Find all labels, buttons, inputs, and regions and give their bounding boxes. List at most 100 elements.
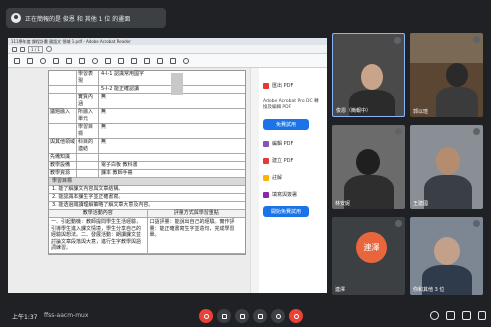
participant-name: 林安妮 [335,201,351,207]
prev-page-icon[interactable] [53,57,59,64]
participant-name: 郭以瑄 [413,109,429,115]
section-header: 學習目標 [49,178,245,186]
sign-icon [263,191,269,198]
highlight-icon[interactable] [157,57,163,64]
chat-icon[interactable] [462,311,471,320]
more-icon [275,313,281,319]
participant-tile[interactable]: 俊恩（簡報中） [332,33,405,117]
tool-create-pdf[interactable]: 建立 PDF [263,157,323,164]
save-icon[interactable] [14,57,20,64]
print-icon[interactable] [27,57,33,64]
participant-video [446,63,468,87]
promo-text: Adobe Acrobat Pro DC 轉換及編輯 PDF [263,99,319,110]
draw-icon[interactable] [170,57,176,64]
table-row: 學習表現 4-I-1 認識常用國字 [49,71,245,86]
mic-icon [395,220,402,227]
captions-icon [239,313,245,319]
present-icon [257,313,263,319]
search-icon[interactable] [40,57,46,64]
page-field[interactable]: 1 / 1 [28,45,43,53]
comment-icon [263,174,269,181]
table-header-row: 教學活動內容 評量方式與學習重點 [49,210,245,218]
participant-tile[interactable]: 郭以瑄 [410,33,483,117]
participant-tile[interactable]: 王建國 [410,125,483,209]
hand-icon[interactable] [92,57,98,64]
acrobat-toolbar [8,54,327,68]
meeting-controls-bar: 上午1:37 ffss-aacm-mux [0,302,491,327]
participant-tile[interactable]: 你和其他 3 位 [410,217,483,295]
info-icon[interactable] [430,311,439,320]
participant-video [356,149,380,175]
participant-video-body [424,175,472,209]
end-call-button[interactable] [289,309,303,323]
participant-name: 連澤 [335,287,346,293]
shared-screen: 111學年度 課程計畫 國語文 領域 1.pdf - Adobe Acrobat… [8,38,327,293]
list-item: 2. 能認識本課生字並正確書寫。 [49,194,245,202]
search-icon[interactable] [45,46,52,52]
table-row: 先備知識 [49,154,245,162]
fit-page-icon[interactable] [131,57,137,64]
pdf-titlebar: 111學年度 課程計畫 國語文 領域 1.pdf - Adobe Acrobat… [8,38,327,45]
panel-collapse-strip[interactable] [250,68,259,293]
next-page-icon[interactable] [66,57,72,64]
participant-tile[interactable]: 連澤 連澤 [332,217,405,295]
participant-video-bg [410,33,483,63]
meeting-time: 上午1:37 [12,314,38,321]
table-row: 教學設備 電子白板 教科書 [49,162,245,170]
participant-name: 你和其他 3 位 [413,287,445,293]
home-icon[interactable] [12,46,17,52]
participant-video-body [436,87,478,117]
start-trial-button[interactable]: 開始免費試用 [263,206,309,217]
mic-toggle-button[interactable] [199,309,213,323]
mic-icon [473,220,480,227]
edit-icon [263,140,269,147]
table-row: 一、引起動機：教師提問學生生活經驗，引導學生進入課文情境，學生分享自己的經驗與想… [49,218,245,254]
document-area[interactable]: 學習表現 4-I-1 認識常用國字 5-I-2 能正確認讀 實質內涵無 議題融入所… [8,68,258,293]
create-icon [263,157,269,164]
person-icon [11,13,21,23]
table-row: 與其他領域 科目的連結無 [49,139,245,154]
export-icon [263,82,269,89]
activities-icon[interactable] [478,311,486,320]
present-button[interactable] [253,309,267,323]
participant-name: 王建國 [413,201,429,207]
tool-comment[interactable]: 註解 [263,174,323,181]
camera-icon [221,313,227,319]
acrobat-tools-panel: 匯出 PDF Adobe Acrobat Pro DC 轉換及編輯 PDF 免費… [250,68,327,293]
table-row: 學習目標無 [49,124,245,139]
presenter-chip[interactable]: 正在簡報的是 俊恩 和 其他 1 位 的畫面 [6,8,166,28]
list-item: 3. 能透過閱讀理解策略了解文章大意及內容。 [49,202,245,210]
tool-fill-sign[interactable]: 填寫與簽署 [263,191,323,198]
participant-video [436,147,460,175]
participant-video [434,237,460,265]
table-row: 5-I-2 能正確認讀 [49,86,245,94]
tool-export-pdf[interactable]: 匯出 PDF [263,82,323,89]
people-icon[interactable] [446,311,455,320]
mic-icon [394,37,401,44]
meeting-code: ffss-aacm-mux [44,312,89,319]
zoom-in-icon[interactable] [118,57,124,64]
camera-toggle-button[interactable] [217,309,231,323]
avatar: 連澤 [356,232,387,263]
mic-icon [473,128,480,135]
select-icon[interactable] [79,57,85,64]
pdf-tab-toolbar: 1 / 1 [8,45,327,54]
more-options-button[interactable] [271,309,285,323]
try-free-button[interactable]: 免費試用 [263,119,309,130]
participant-tile[interactable]: 林安妮 [332,125,405,209]
table-row: 教學資源 課本 教師手冊 [49,170,245,178]
window-title: 111學年度 課程計畫 國語文 領域 1.pdf - Adobe Acrobat… [11,38,131,44]
zoom-out-icon[interactable] [105,57,111,64]
list-item: 1. 能了解課文內容與文章結構。 [49,186,245,194]
image-placeholder [171,73,183,95]
presenter-label: 正在簡報的是 俊恩 和 其他 1 位 的畫面 [25,15,131,23]
mic-icon [395,128,402,135]
participant-video [361,64,383,90]
comment-icon[interactable] [144,57,150,64]
tool-edit-pdf[interactable]: 編輯 PDF [263,140,323,147]
sign-icon[interactable] [183,57,189,64]
participant-video-body [344,175,394,209]
tools-icon[interactable] [20,46,25,52]
captions-button[interactable] [235,309,249,323]
end-call-icon [293,313,299,319]
